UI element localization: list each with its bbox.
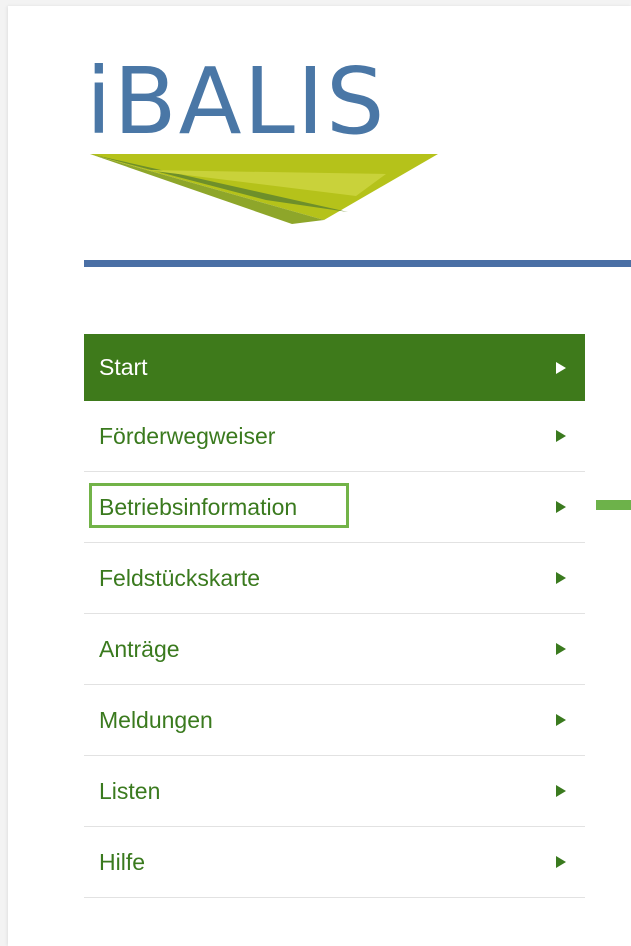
nav-item-label: Anträge (99, 636, 180, 662)
page: iBALIS Start Förderwegweiser Betriebsinf… (8, 6, 631, 946)
nav-item-betriebsinformation[interactable]: Betriebsinformation (84, 472, 585, 543)
header-divider (84, 260, 631, 267)
nav-item-label: Betriebsinformation (99, 494, 298, 520)
triangle-right-icon (556, 362, 566, 374)
annotation-pointer (596, 500, 631, 510)
triangle-right-icon (556, 643, 566, 655)
nav-item-antraege[interactable]: Anträge (84, 614, 585, 685)
logo-wordmark: iBALIS (86, 48, 387, 155)
nav-item-label: Hilfe (99, 849, 146, 875)
nav-item-foerderwegweiser[interactable]: Förderwegweiser (84, 401, 585, 472)
nav-item-meldungen[interactable]: Meldungen (84, 685, 585, 756)
main-navigation: Start Förderwegweiser Betriebsinformatio… (84, 334, 585, 898)
triangle-right-icon (556, 856, 566, 868)
nav-item-start[interactable]: Start (84, 334, 585, 401)
nav-item-feldstueckskarte[interactable]: Feldstückskarte (84, 543, 585, 614)
triangle-right-icon (556, 714, 566, 726)
nav-item-label: Feldstückskarte (99, 565, 261, 591)
nav-item-label: Förderwegweiser (99, 423, 276, 449)
triangle-right-icon (556, 572, 566, 584)
nav-item-hilfe[interactable]: Hilfe (84, 827, 585, 898)
ibalis-logo[interactable]: iBALIS (86, 52, 446, 227)
nav-item-label: Listen (99, 778, 161, 804)
logo-swoosh-icon (90, 154, 438, 224)
triangle-right-icon (556, 430, 566, 442)
nav-item-label: Meldungen (99, 707, 213, 733)
triangle-right-icon (556, 501, 566, 513)
triangle-right-icon (556, 785, 566, 797)
nav-item-listen[interactable]: Listen (84, 756, 585, 827)
nav-item-label: Start (99, 354, 148, 380)
